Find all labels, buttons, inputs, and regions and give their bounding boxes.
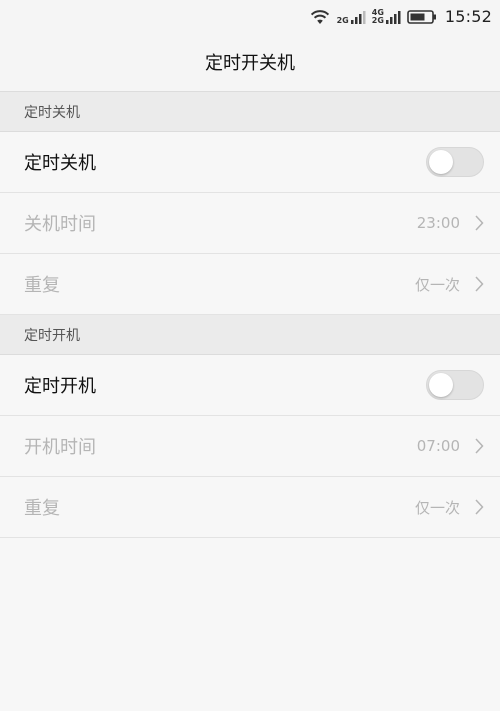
shutdown-toggle-row[interactable]: 定时关机 (0, 132, 500, 193)
signal-icon (385, 9, 401, 25)
poweron-time-label: 开机时间 (24, 437, 96, 458)
shutdown-repeat-label: 重复 (24, 275, 60, 296)
chevron-right-icon (474, 276, 484, 292)
poweron-toggle-switch[interactable] (426, 370, 484, 400)
shutdown-repeat-row[interactable]: 重复 仅一次 (0, 254, 500, 315)
shutdown-time-row[interactable]: 关机时间 23:00 (0, 193, 500, 254)
poweron-time-value: 07:00 (416, 437, 460, 455)
chevron-right-icon (474, 215, 484, 231)
shutdown-repeat-value: 仅一次 (414, 275, 460, 294)
poweron-repeat-label: 重复 (24, 498, 60, 519)
poweron-time-row[interactable]: 开机时间 07:00 (0, 416, 500, 477)
status-bar: 2G 4G 2G 15:52 (0, 0, 500, 33)
section-header-shutdown: 定时关机 (0, 92, 500, 132)
poweron-repeat-value: 仅一次 (414, 498, 460, 517)
poweron-toggle-label: 定时开机 (24, 376, 96, 397)
section-header-label: 定时开机 (24, 327, 80, 344)
sim2-signal: 4G 2G (371, 8, 401, 25)
toggle-knob (429, 150, 453, 174)
section-header-poweron: 定时开机 (0, 315, 500, 355)
chevron-right-icon (474, 499, 484, 515)
page-title: 定时开关机 (205, 53, 295, 74)
poweron-toggle-row[interactable]: 定时开机 (0, 355, 500, 416)
title-bar: 定时开关机 (0, 33, 500, 92)
sim1-network-label: 2G (336, 15, 349, 25)
status-time: 15:52 (444, 7, 492, 26)
shutdown-toggle-label: 定时关机 (24, 153, 96, 174)
signal-icon (350, 9, 366, 25)
wifi-icon (309, 9, 331, 25)
poweron-repeat-row[interactable]: 重复 仅一次 (0, 477, 500, 538)
toggle-knob (429, 373, 453, 397)
sim2-network-bottom-label: 2G (371, 15, 384, 25)
section-header-label: 定时关机 (24, 104, 80, 121)
chevron-right-icon (474, 438, 484, 454)
shutdown-time-value: 23:00 (416, 214, 460, 232)
sim1-signal: 2G (337, 9, 366, 25)
shutdown-time-label: 关机时间 (24, 214, 96, 235)
shutdown-toggle-switch[interactable] (426, 147, 484, 177)
battery-icon (407, 9, 437, 25)
